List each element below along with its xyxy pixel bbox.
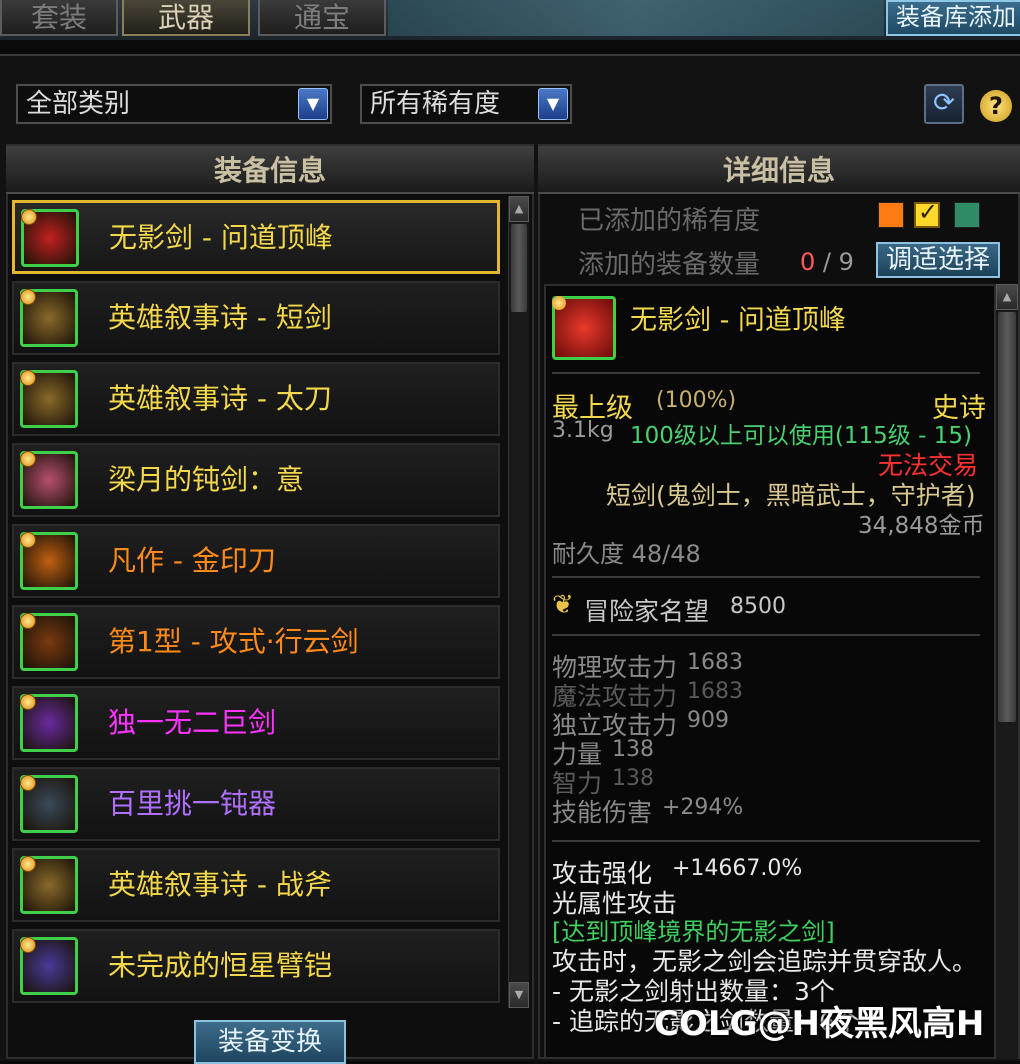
equipment-list-item[interactable]: 英雄叙事诗 - 太刀 (12, 362, 500, 436)
bronze-sword-icon (20, 613, 78, 671)
added-rarity-label: 已添加的稀有度 (578, 206, 761, 236)
tab-treasure[interactable]: 通宝 (258, 0, 386, 36)
item-level-requirement: 100级以上可以使用(115级 - 15) (630, 423, 972, 449)
equipment-list-item[interactable]: 英雄叙事诗 - 短剑 (12, 281, 500, 355)
gem-icon (20, 694, 36, 710)
stat-value: 909 (687, 708, 729, 733)
fame-icon: ❦ (552, 590, 574, 620)
chevron-down-icon[interactable]: ▼ (538, 88, 568, 120)
chevron-down-icon[interactable]: ▼ (298, 88, 328, 120)
rarity-swatch-green[interactable] (954, 202, 980, 228)
equipment-list-scrollbar[interactable]: ▲ ▼ (508, 196, 529, 1008)
category-dropdown-value: 全部类别 (26, 89, 131, 119)
added-count-max: 9 (838, 248, 854, 276)
equipment-list-item[interactable]: 独一无二巨剑 (12, 686, 500, 760)
rarity-dropdown[interactable]: 所有稀有度 ▼ (360, 84, 572, 124)
equipment-item-name: 无影剑 - 问道顶峰 (109, 221, 333, 254)
equipment-item-name: 凡作 - 金印刀 (108, 544, 276, 577)
detail-scrollbar[interactable]: ▲ (996, 284, 1018, 1059)
scroll-down-icon[interactable]: ▼ (509, 982, 529, 1008)
equipment-list-item[interactable]: 凡作 - 金印刀 (12, 524, 500, 598)
divider (552, 576, 980, 578)
equipment-item-name: 独一无二巨剑 (108, 706, 277, 739)
equipment-list-item[interactable]: 无影剑 - 问道顶峰 (12, 200, 500, 274)
flame-blade-icon (20, 532, 78, 590)
adjust-selection-button[interactable]: 调适选择 (876, 242, 1000, 278)
added-count-label: 添加的装备数量 (578, 250, 761, 280)
equipment-item-name: 未完成的恒星臂铠 (108, 949, 333, 982)
item-weight: 3.1kg (552, 418, 614, 443)
gem-icon (20, 451, 36, 467)
gem-icon (20, 775, 36, 791)
equipment-item-name: 百里挑一钝器 (108, 787, 277, 820)
scroll-up-icon[interactable]: ▲ (509, 196, 529, 222)
attack-enhance-value: +14667.0% (672, 856, 803, 881)
equipment-list-item[interactable]: 梁月的钝剑：意 (12, 443, 500, 517)
equipment-item-name: 英雄叙事诗 - 战斧 (108, 868, 332, 901)
gem-icon (552, 296, 566, 310)
crimson-dragon-icon (21, 209, 79, 267)
stat-value: 1683 (687, 679, 743, 704)
equipment-repo-add-button[interactable]: 装备库添加 (886, 0, 1020, 36)
golden-battleaxe-icon (20, 856, 78, 914)
stellar-gauntlet-icon (20, 937, 78, 995)
equipment-item-name: 第1型 - 攻式·行云剑 (108, 625, 359, 658)
gem-icon (21, 209, 37, 225)
crimson-dragon-icon (552, 296, 616, 360)
item-grade-percent: (100%) (656, 388, 737, 413)
pink-blunt-sword-icon (20, 451, 78, 509)
detail-panel-title: 详细信息 (538, 146, 1020, 194)
gem-icon (20, 856, 36, 872)
check-icon: ✓ (918, 198, 939, 226)
golden-katana-icon (20, 370, 78, 428)
equipment-swap-button[interactable]: 装备变换 (194, 1020, 346, 1064)
fame-label: 冒险家名望 (584, 597, 710, 626)
silver-mace-icon (20, 775, 78, 833)
rarity-dropdown-value: 所有稀有度 (370, 89, 501, 119)
violet-greatsword-icon (20, 694, 78, 752)
help-icon[interactable]: ? (980, 90, 1012, 122)
tab-bar-background (388, 0, 884, 36)
scroll-up-icon[interactable]: ▲ (996, 284, 1018, 310)
refresh-icon[interactable]: ⟳ (924, 84, 964, 124)
tab-bar: 套装 武器 通宝 装备库添加 (0, 0, 1020, 40)
scroll-thumb[interactable] (511, 224, 527, 312)
stat-value: 1683 (687, 650, 743, 675)
tab-weapon[interactable]: 武器 (122, 0, 250, 36)
stat-value: +294% (662, 795, 744, 820)
equipment-item-name: 梁月的钝剑：意 (108, 463, 305, 496)
tab-set[interactable]: 套装 (0, 0, 118, 36)
divider (552, 372, 980, 374)
stat-value: 138 (612, 766, 654, 791)
rarity-swatch-orange[interactable] (878, 202, 904, 228)
gem-icon (20, 613, 36, 629)
stat-label: 技能伤害 (552, 798, 653, 827)
gem-icon (20, 289, 36, 305)
added-count: 0 / 9 (800, 248, 854, 276)
gem-icon (20, 370, 36, 386)
detail-item-name: 无影剑 - 问道顶峰 (630, 305, 846, 336)
golden-shortsword-icon (20, 289, 78, 347)
item-price: 34,848金币 (858, 513, 985, 539)
equipment-item-name: 英雄叙事诗 - 短剑 (108, 301, 332, 334)
equipment-item-name: 英雄叙事诗 - 太刀 (108, 382, 332, 415)
scroll-thumb[interactable] (998, 312, 1016, 722)
gem-icon (20, 532, 36, 548)
equipment-list-title: 装备信息 (6, 146, 534, 194)
watermark: COLG@H夜黑风高H (654, 996, 984, 1045)
watermark-text: @H夜黑风高H (757, 1004, 985, 1044)
equipment-list-item[interactable]: 英雄叙事诗 - 战斧 (12, 848, 500, 922)
equipment-list-item[interactable]: 未完成的恒星臂铠 (12, 929, 500, 1003)
colg-logo: COLG (654, 1004, 758, 1044)
equipment-list-item[interactable]: 百里挑一钝器 (12, 767, 500, 841)
added-count-current: 0 (800, 248, 816, 276)
stat-value: 138 (612, 737, 654, 762)
item-durability: 耐久度 48/48 (552, 540, 701, 568)
divider (552, 634, 980, 636)
fame-value: 8500 (730, 594, 786, 619)
divider (552, 840, 980, 842)
gem-icon (20, 937, 36, 953)
equipment-list-item[interactable]: 第1型 - 攻式·行云剑 (12, 605, 500, 679)
category-dropdown[interactable]: 全部类别 ▼ (16, 84, 332, 124)
